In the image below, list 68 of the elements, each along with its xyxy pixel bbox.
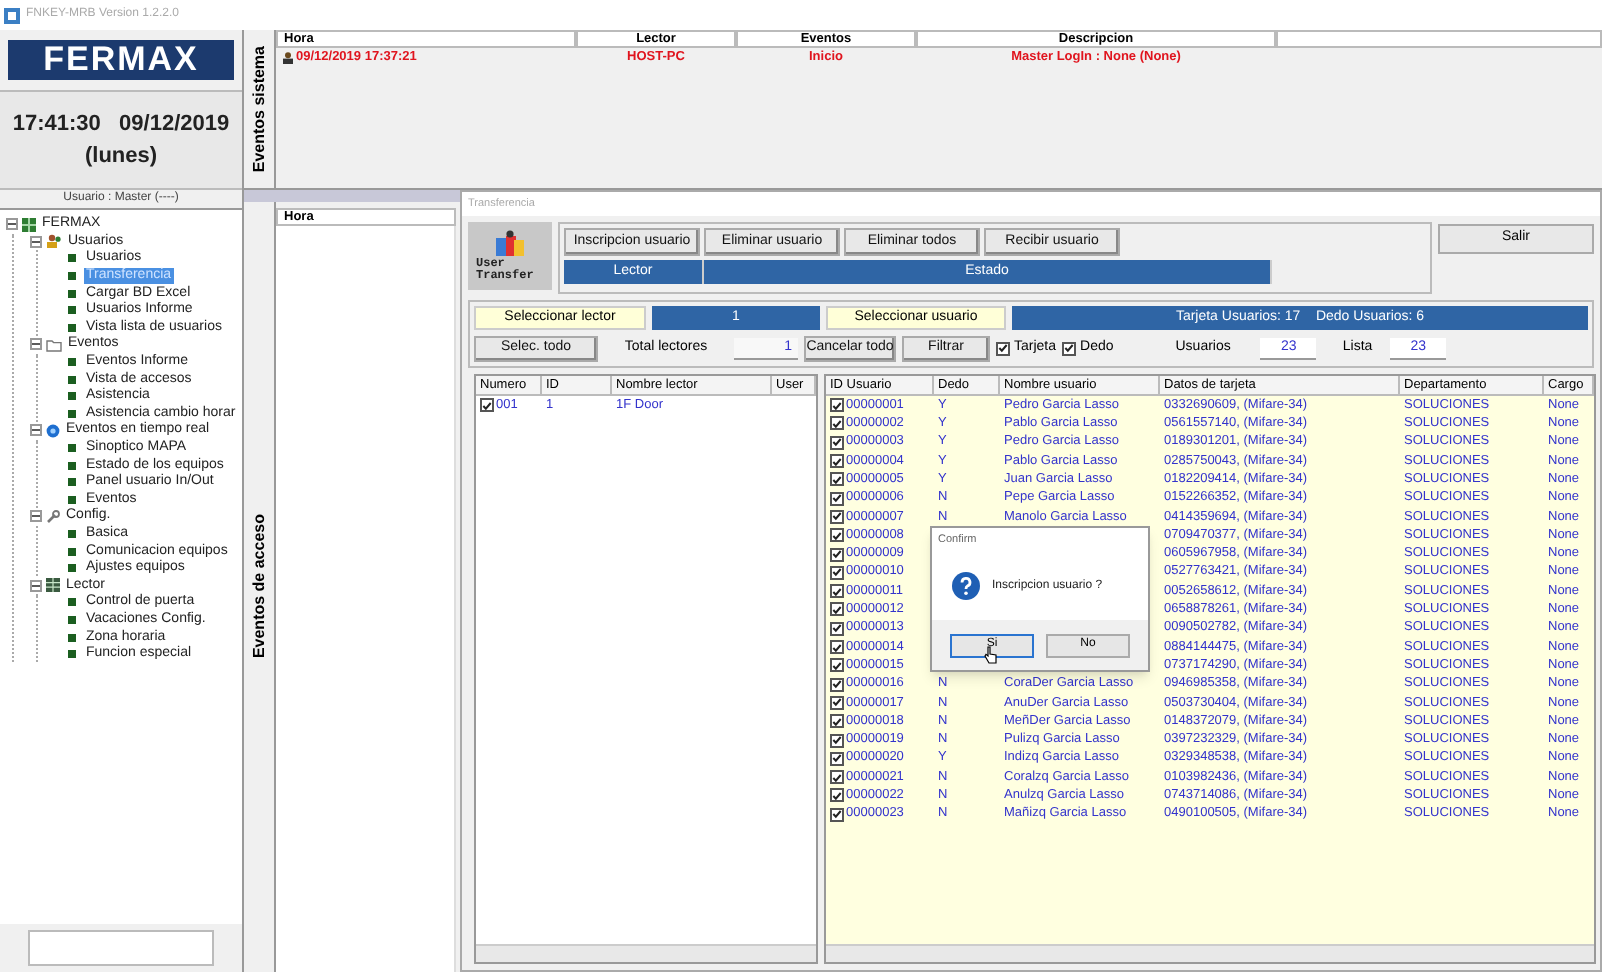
bullet-icon	[68, 598, 76, 607]
collapse-toggle[interactable]	[30, 510, 42, 523]
checkbox[interactable]	[830, 491, 844, 506]
bullet-icon	[68, 547, 76, 556]
checkbox[interactable]	[830, 733, 844, 747]
panel-label: Eventos de acceso	[247, 514, 269, 660]
checkbox[interactable]	[996, 341, 1010, 355]
checkbox[interactable]	[830, 435, 844, 450]
reader-icon	[46, 578, 60, 593]
bullet-icon	[68, 306, 76, 315]
checkbox[interactable]	[830, 658, 844, 673]
checkbox[interactable]	[830, 398, 844, 413]
checkbox[interactable]	[830, 770, 844, 785]
checkbox[interactable]	[830, 640, 844, 655]
question-icon	[952, 572, 980, 600]
bullet-icon	[68, 478, 76, 487]
bullet-icon	[68, 650, 76, 659]
bullet-icon	[68, 392, 76, 401]
checkbox[interactable]	[830, 807, 844, 822]
bullet-icon	[68, 633, 76, 642]
users-icon	[46, 234, 62, 249]
bullet-icon	[68, 529, 76, 538]
bullet-icon	[68, 254, 76, 263]
checkbox[interactable]	[830, 509, 844, 524]
checkbox[interactable]	[830, 547, 844, 562]
checkbox[interactable]	[830, 714, 844, 729]
bullet-icon	[68, 409, 76, 418]
checkbox[interactable]	[830, 695, 844, 710]
bullet-icon	[68, 564, 76, 573]
weekday: (lunes)	[84, 142, 158, 172]
horizontal-scrollbar[interactable]	[476, 944, 816, 962]
clock: 17:41:30 09/12/2019	[12, 109, 230, 139]
checkbox[interactable]	[1062, 341, 1077, 355]
bullet-icon	[68, 358, 76, 367]
checkbox[interactable]	[830, 454, 844, 469]
checkbox[interactable]	[830, 621, 844, 636]
collapse-toggle[interactable]	[30, 424, 42, 437]
panel-label: Eventos sistema	[247, 45, 269, 173]
bullet-icon	[68, 495, 76, 504]
checkbox[interactable]	[830, 565, 844, 580]
checkbox[interactable]	[830, 528, 844, 543]
checkbox[interactable]	[830, 788, 844, 803]
collapse-toggle[interactable]	[6, 218, 18, 231]
collapse-toggle[interactable]	[30, 338, 42, 351]
collapse-toggle[interactable]	[30, 579, 42, 592]
checkbox[interactable]	[830, 751, 844, 766]
horizontal-scrollbar[interactable]	[826, 944, 1594, 962]
collapse-toggle[interactable]	[30, 235, 42, 248]
bullet-icon	[68, 272, 76, 281]
checkbox[interactable]	[830, 602, 844, 617]
wrench-icon	[46, 509, 60, 524]
folder-icon	[46, 337, 62, 352]
bullet-icon	[68, 323, 76, 332]
person-icon	[282, 51, 294, 63]
bullet-icon	[68, 461, 76, 470]
bullet-icon	[68, 375, 76, 384]
checkbox[interactable]	[830, 584, 844, 599]
checkbox[interactable]	[830, 472, 844, 487]
logo: FERMAX	[8, 40, 234, 80]
checkbox[interactable]	[480, 398, 494, 413]
hand-cursor-icon	[984, 646, 998, 664]
bullet-icon	[68, 444, 76, 453]
globe-icon	[46, 423, 60, 438]
bullet-icon	[68, 615, 76, 624]
checkbox[interactable]	[830, 416, 844, 431]
checkbox[interactable]	[830, 677, 844, 692]
grid-icon	[22, 217, 36, 232]
bullet-icon	[68, 289, 76, 298]
